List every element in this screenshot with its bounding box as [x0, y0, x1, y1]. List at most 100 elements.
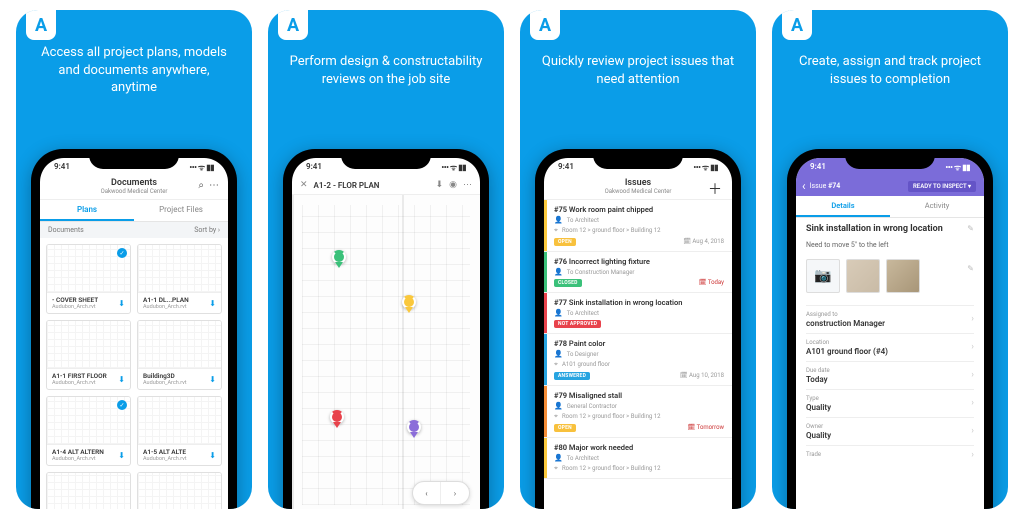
- doc-subtitle: Audubon_Arch.rvt: [143, 304, 189, 310]
- status-dropdown[interactable]: READY TO INSPECT ▾: [908, 181, 976, 192]
- document-card[interactable]: A1-1 FIRST FLOOR Audubon_Arch.rvt ⬇: [46, 320, 131, 390]
- doc-title: A1-5 ALT ALTE: [143, 448, 187, 456]
- tab-activity[interactable]: Activity: [890, 196, 984, 217]
- pan-control: ‹ ›: [412, 481, 470, 505]
- issue-pin-red[interactable]: [330, 410, 344, 424]
- close-icon[interactable]: ✕: [300, 180, 308, 190]
- issue-detail-header: ‹ Issue #74 READY TO INSPECT ▾: [796, 176, 984, 196]
- cloud-download-icon[interactable]: ⬇: [436, 180, 444, 190]
- doc-subtitle: Audubon_Arch.rvt: [52, 456, 104, 462]
- edit-icon[interactable]: ✎: [967, 224, 974, 233]
- app-store-card-1: A Access all project plans, models and d…: [16, 10, 252, 509]
- location-icon: ⌖: [554, 360, 558, 369]
- more-icon[interactable]: ⋯: [463, 180, 472, 190]
- pan-left-icon[interactable]: ‹: [413, 482, 441, 504]
- download-icon[interactable]: ⬇: [118, 375, 125, 384]
- chevron-right-icon: ›: [971, 342, 974, 352]
- edit-icon[interactable]: ✎: [967, 264, 974, 273]
- issue-row[interactable]: #80 Major work needed 👤To Architect ⌖Roo…: [544, 438, 732, 479]
- detail-field[interactable]: Location A101 ground floor (#4) ›: [806, 333, 974, 361]
- status-chip: NOT APPROVED: [554, 320, 601, 328]
- field-label: Assigned to: [806, 311, 974, 318]
- document-card[interactable]: Building3D Audubon_Arch.rvt ⬇: [137, 320, 222, 390]
- add-icon[interactable]: ＋: [708, 179, 722, 199]
- detail-field[interactable]: Owner Quality ›: [806, 417, 974, 445]
- person-icon: 👤: [554, 454, 563, 462]
- checkmark-badge-icon: ✓: [117, 248, 127, 258]
- pan-right-icon[interactable]: ›: [441, 482, 469, 504]
- detail-tabs: Details Activity: [796, 196, 984, 218]
- document-card[interactable]: A1-5 ALT ALTE Audubon_Arch.rvt ⬇: [137, 396, 222, 466]
- page-title: Documents: [46, 178, 222, 188]
- download-icon[interactable]: ⬇: [118, 451, 125, 460]
- status-chip: OPEN: [554, 238, 576, 246]
- floor-plan-viewer[interactable]: ‹ ›: [292, 195, 480, 509]
- documents-header: Documents Oakwood Medical Center ⌕ ⋯: [40, 176, 228, 200]
- detail-field[interactable]: Due date Today ›: [806, 361, 974, 389]
- document-card[interactable]: A1-3 ALT ALT ⬇: [137, 472, 222, 509]
- issue-pin-yellow[interactable]: [402, 295, 416, 309]
- plan-header: ✕ A1-2 - FLOR PLAN ⬇ ◉ ⋯: [292, 176, 480, 195]
- search-icon[interactable]: ⌕: [198, 180, 204, 191]
- camera-icon: 📷: [814, 268, 831, 284]
- status-chip: CLOSED: [554, 279, 582, 287]
- download-icon[interactable]: ⬇: [209, 299, 216, 308]
- tab-plans[interactable]: Plans: [40, 200, 134, 221]
- issue-row[interactable]: #79 Misaligned stall 👤General Contractor…: [544, 386, 732, 438]
- issue-row[interactable]: #77 Sink installation in wrong location …: [544, 293, 732, 334]
- autodesk-logo: A: [26, 10, 56, 40]
- add-photo-button[interactable]: 📷: [806, 259, 840, 293]
- detail-field[interactable]: Type Quality ›: [806, 389, 974, 417]
- doc-title: A1-1 DL...PLAN: [143, 296, 189, 304]
- detail-field[interactable]: Trade ›: [806, 445, 974, 464]
- document-card[interactable]: A1-1 DL...PLAN Audubon_Arch.rvt ⬇: [137, 244, 222, 314]
- photo-thumbnail[interactable]: [886, 259, 920, 293]
- issue-location: A101 ground floor: [562, 361, 610, 368]
- location-icon: ⌖: [554, 412, 558, 421]
- download-icon[interactable]: ⬇: [118, 299, 125, 308]
- status-chip: OPEN: [554, 424, 576, 432]
- tabs: Plans Project Files: [40, 200, 228, 222]
- issue-pin-green[interactable]: [332, 250, 346, 264]
- doc-preview: [138, 397, 221, 444]
- document-card[interactable]: A1-2 ALT ⬇: [46, 472, 131, 509]
- location-icon: ⌖: [554, 226, 558, 235]
- document-card[interactable]: ✓ - COVER SHEET Audubon_Arch.rvt ⬇: [46, 244, 131, 314]
- person-icon: 👤: [554, 268, 563, 276]
- doc-title: Building3D: [143, 372, 187, 380]
- project-subtitle: Oakwood Medical Center: [550, 188, 726, 195]
- doc-preview: [47, 473, 130, 509]
- issue-location: Room 12 > ground floor > Building 12: [562, 413, 661, 420]
- chevron-right-icon: ›: [971, 426, 974, 436]
- field-value: Today: [806, 375, 974, 384]
- sort-button[interactable]: Sort by ›: [194, 226, 220, 234]
- document-card[interactable]: ✓ A1-4 ALT ALTERN Audubon_Arch.rvt ⬇: [46, 396, 131, 466]
- issue-pin-purple[interactable]: [407, 420, 421, 434]
- due-date: 🗓 Tomorrow: [688, 424, 724, 431]
- issue-row[interactable]: #78 Paint color 👤To Designer ⌖A101 groun…: [544, 334, 732, 386]
- issue-row[interactable]: #75 Work room paint chipped 👤To Architec…: [544, 200, 732, 252]
- issue-row[interactable]: #76 Incorrect lighting fixture 👤To Const…: [544, 252, 732, 293]
- person-icon: 👤: [554, 216, 563, 224]
- doc-subtitle: Audubon_Arch.rvt: [143, 380, 187, 386]
- field-label: Trade: [806, 451, 974, 458]
- field-label: Due date: [806, 367, 974, 374]
- detail-field[interactable]: Assigned to construction Manager ›: [806, 305, 974, 333]
- person-icon: 👤: [554, 402, 563, 410]
- due-date: 🗓 Today: [699, 279, 724, 286]
- tab-project-files[interactable]: Project Files: [134, 200, 228, 221]
- issue-title: Sink installation in wrong location: [806, 224, 974, 235]
- back-icon[interactable]: ‹: [802, 179, 806, 193]
- field-label: Type: [806, 395, 974, 402]
- tab-details[interactable]: Details: [796, 196, 890, 217]
- download-icon[interactable]: ⬇: [209, 375, 216, 384]
- app-store-card-4: A Create, assign and track project issue…: [772, 10, 1008, 509]
- chevron-right-icon: ›: [971, 450, 974, 460]
- chevron-right-icon: ›: [971, 370, 974, 380]
- visibility-icon[interactable]: ◉: [449, 180, 457, 190]
- doc-preview: ✓: [47, 245, 130, 292]
- photo-thumbnail[interactable]: [846, 259, 880, 293]
- download-icon[interactable]: ⬇: [209, 451, 216, 460]
- more-icon[interactable]: ⋯: [209, 180, 220, 191]
- doc-preview: [138, 321, 221, 368]
